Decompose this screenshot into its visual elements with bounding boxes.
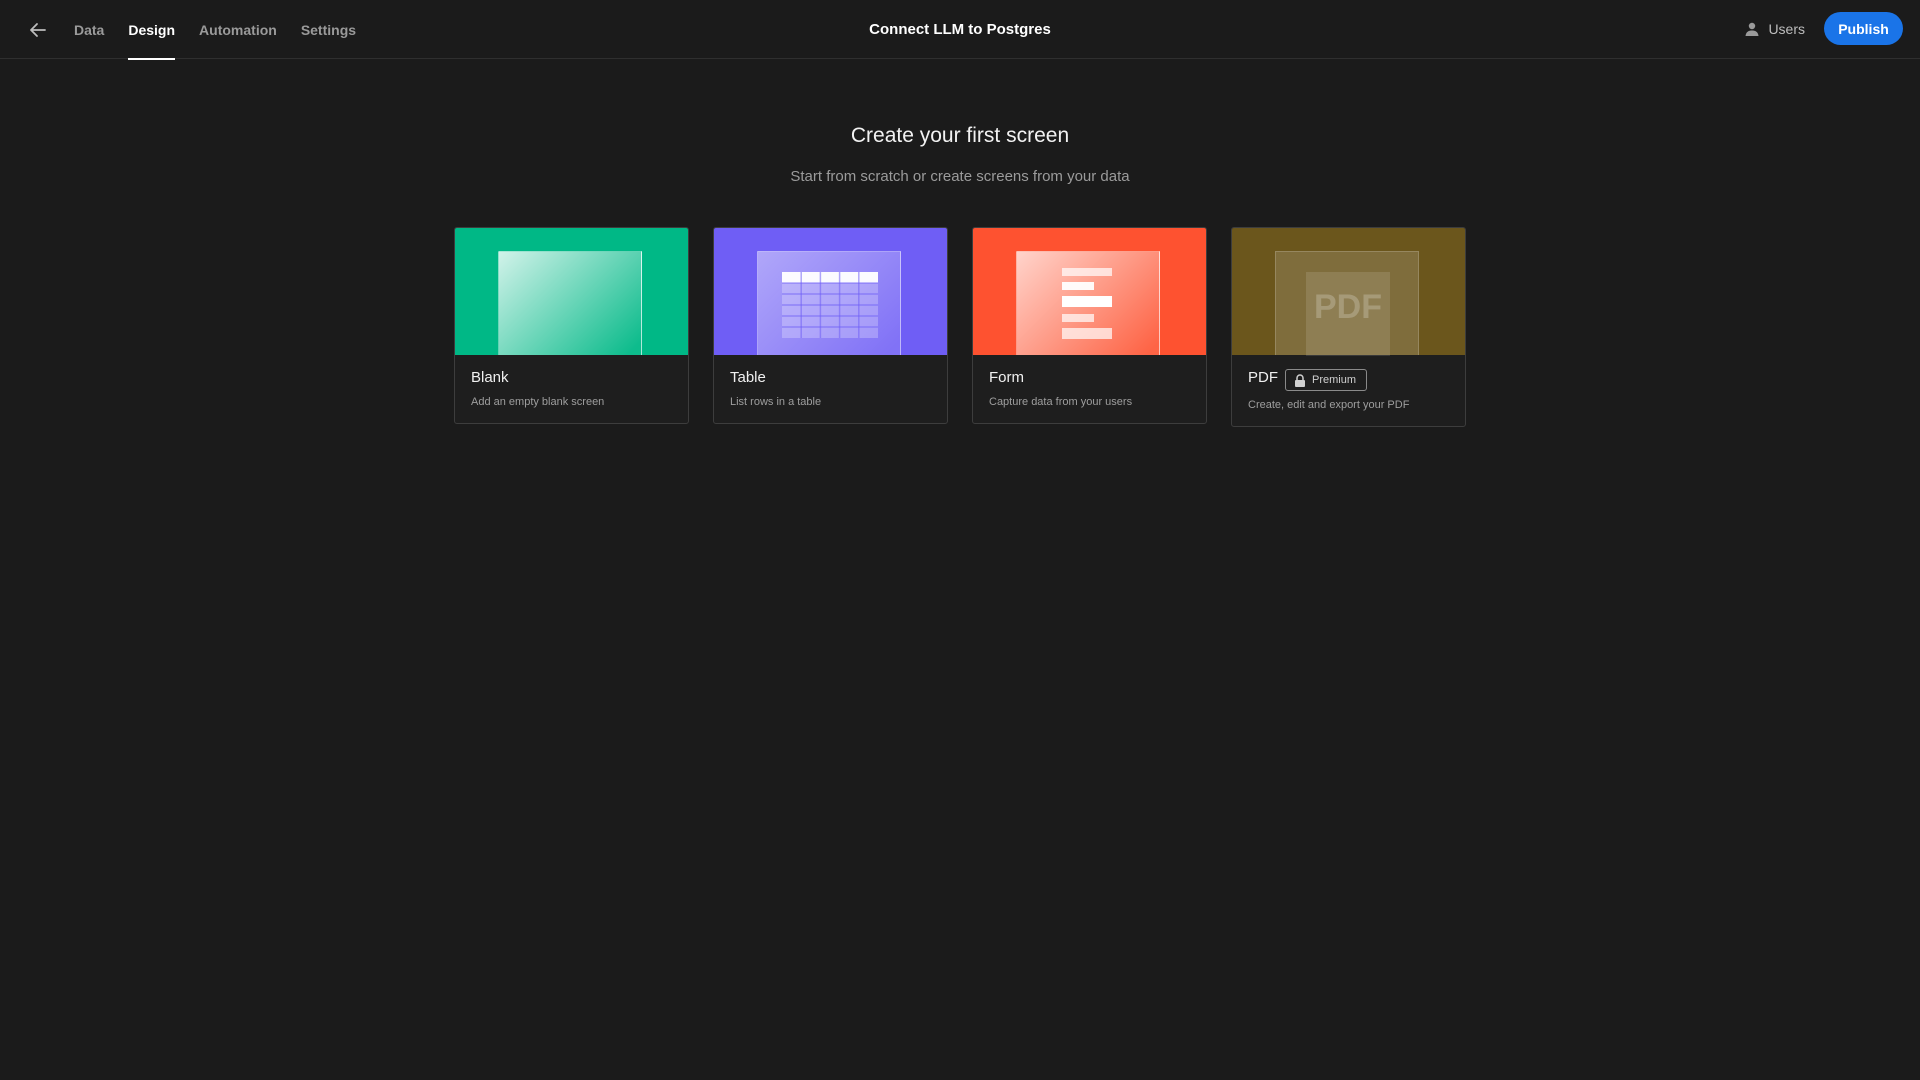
card-description: Add an empty blank screen (471, 396, 605, 408)
tab-automation[interactable]: Automation (199, 0, 277, 59)
blank-screen-preview (498, 251, 642, 355)
publish-button[interactable]: Publish (1824, 12, 1903, 45)
page-subheading: Start from scratch or create screens fro… (790, 168, 1130, 185)
card-description: Capture data from your users (989, 396, 1133, 408)
card-image-blank (455, 228, 688, 355)
user-icon (1745, 22, 1759, 36)
card-title: Form (989, 369, 1024, 386)
premium-badge: Premium (1285, 369, 1368, 391)
card-image-form (973, 228, 1206, 355)
pdf-screen-card[interactable]: PDF PDF Premium Create, edit and export … (1231, 227, 1466, 427)
users-label: Users (1768, 21, 1805, 37)
form-screen-card[interactable]: Form Capture data from your users (972, 227, 1207, 424)
card-title: Blank (471, 369, 509, 386)
card-image-pdf: PDF (1232, 228, 1465, 356)
back-button[interactable] (24, 16, 52, 44)
card-title: Table (730, 369, 766, 386)
card-description: Create, edit and export your PDF (1248, 399, 1410, 411)
table-screen-card[interactable]: Table List rows in a table (713, 227, 948, 424)
table-screen-preview (757, 251, 901, 355)
card-description: List rows in a table (730, 396, 822, 408)
card-image-table (714, 228, 947, 355)
nav-tabs: Data Design Automation Settings (74, 0, 380, 60)
top-bar: Data Design Automation Settings Connect … (0, 0, 1920, 60)
tab-data[interactable]: Data (74, 0, 104, 59)
tab-design[interactable]: Design (128, 0, 175, 60)
arrow-left-icon (30, 23, 46, 37)
tab-settings[interactable]: Settings (301, 0, 356, 59)
pdf-preview-text: PDF (1314, 288, 1382, 326)
form-screen-preview (1016, 251, 1160, 355)
pdf-preview-block: PDF (1306, 272, 1390, 356)
table-grid-icon (782, 272, 878, 338)
blank-screen-card[interactable]: Blank Add an empty blank screen (454, 227, 689, 424)
premium-label: Premium (1312, 374, 1357, 386)
form-fields-icon (1062, 268, 1112, 339)
pdf-screen-preview: PDF (1275, 251, 1419, 356)
page-heading: Create your first screen (850, 124, 1070, 147)
lock-icon (1295, 373, 1305, 387)
users-button[interactable]: Users (1744, 17, 1805, 41)
card-title: PDF (1248, 369, 1278, 386)
